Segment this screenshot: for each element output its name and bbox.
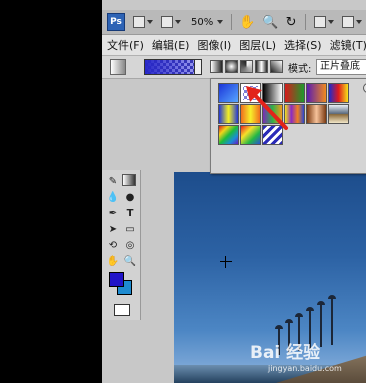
3d-orbit-icon[interactable]: ◎: [122, 238, 138, 252]
gradient-preset-blue-red-yellow[interactable]: [328, 83, 349, 103]
gradient-tool-icon[interactable]: [122, 174, 136, 186]
menu-bar: 文件(F) 编辑(E) 图像(I) 图层(L) 选择(S) 滤镜(T) 分析: [102, 35, 366, 56]
menu-layer[interactable]: 图层(L): [239, 37, 276, 53]
zoom-dropdown-icon[interactable]: [217, 20, 224, 24]
gradient-preset-violet-orange[interactable]: [306, 83, 327, 103]
gradient-type-group: [210, 60, 283, 73]
arrange-icon: [313, 16, 326, 28]
hand-icon[interactable]: ✋: [239, 15, 255, 30]
quick-mask-icon[interactable]: [114, 304, 130, 316]
gradient-tool-preset-icon[interactable]: [110, 59, 126, 75]
crosshair-cursor-icon: [220, 256, 232, 268]
rectangle-shape-icon[interactable]: ▭: [122, 222, 138, 236]
gradient-preset-empty-1: [284, 125, 305, 145]
lamp-post: [317, 301, 325, 347]
zoom-level[interactable]: 50%: [191, 17, 213, 28]
pen-icon[interactable]: ✒: [105, 206, 121, 220]
gradient-preset-transparent-stripes[interactable]: [262, 125, 283, 145]
foreground-color-swatch[interactable]: [109, 272, 124, 287]
gradient-picker-panel: ▸: [210, 78, 366, 174]
hand-tool-icon[interactable]: ✋: [105, 254, 121, 268]
eraser-icon[interactable]: ✎: [105, 174, 121, 188]
view-extras-button[interactable]: [161, 14, 181, 30]
screen-mode-button[interactable]: [341, 14, 362, 30]
separator: [231, 14, 233, 30]
options-bar: 模式: 正片叠底: [102, 56, 366, 79]
menu-select[interactable]: 选择(S): [284, 37, 322, 53]
chevron-down-icon: [175, 20, 181, 24]
chevron-down-icon: [355, 20, 362, 24]
blend-mode-select[interactable]: 正片叠底: [316, 59, 366, 75]
path-select-icon[interactable]: ➤: [105, 222, 121, 236]
diamond-gradient-icon[interactable]: [270, 60, 283, 73]
lamp-post: [328, 295, 336, 345]
radial-gradient-icon[interactable]: [225, 60, 238, 73]
watermark-url: jingyan.baidu.com: [268, 364, 342, 373]
gradient-preset-yellow-violet-orange-blue[interactable]: [284, 104, 305, 124]
gradient-preset-black-white[interactable]: [262, 83, 283, 103]
blur-icon[interactable]: 💧: [105, 190, 121, 204]
reflected-gradient-icon[interactable]: [255, 60, 268, 73]
zoom-tool-icon[interactable]: 🔍: [122, 254, 138, 268]
linear-gradient-icon[interactable]: [210, 60, 223, 73]
gradient-preset-violet-green-orange[interactable]: [262, 104, 283, 124]
angle-gradient-icon[interactable]: [240, 60, 253, 73]
type-icon[interactable]: T: [122, 206, 138, 220]
menu-edit[interactable]: 编辑(E): [152, 37, 190, 53]
application-bar: Ps 50% ✋ 🔍 ↻: [102, 10, 366, 35]
gradient-preset-foreground-to-background[interactable]: [218, 83, 239, 103]
dodge-icon[interactable]: ●: [122, 190, 138, 204]
grid-icon: [161, 16, 173, 28]
toolbox: ✎ 💧 ● ✒ T ➤ ▭ ⟲ ◎ ✋ 🔍: [102, 170, 141, 320]
gradient-preset-foreground-to-transparent[interactable]: [240, 83, 261, 103]
separator: [304, 14, 306, 30]
chevron-down-icon: [147, 20, 153, 24]
watermark-logo: Bai 经验: [250, 343, 321, 363]
screen-mode-icon: [341, 16, 354, 28]
rotate-view-icon[interactable]: ↻: [286, 15, 297, 30]
chevron-down-icon: [327, 20, 334, 24]
gradient-preset-transparent-rainbow[interactable]: [240, 125, 261, 145]
zoom-icon[interactable]: 🔍: [262, 15, 278, 30]
gradient-dropdown-button[interactable]: [194, 59, 202, 75]
gradient-preset-grid: [218, 83, 349, 145]
left-black-area: [0, 0, 102, 383]
menu-file[interactable]: 文件(F): [107, 37, 144, 53]
mode-label: 模式:: [288, 64, 312, 75]
gradient-preset-copper[interactable]: [306, 104, 327, 124]
menu-filter[interactable]: 滤镜(T): [330, 37, 366, 53]
ps-logo: Ps: [107, 13, 125, 31]
gradient-preview[interactable]: [144, 59, 196, 75]
bridge-button[interactable]: [133, 14, 153, 30]
gradient-preset-orange-yellow-orange[interactable]: [240, 104, 261, 124]
gradient-preset-empty-2: [306, 125, 327, 145]
photoshop-window: Ps 50% ✋ 🔍 ↻ 文件(F) 编辑(E) 图像(I) 图层(L) 选择(…: [102, 0, 366, 383]
gradient-preset-spectrum[interactable]: [218, 125, 239, 145]
3d-rotate-icon[interactable]: ⟲: [105, 238, 121, 252]
gradient-preset-empty-3: [328, 125, 349, 145]
bridge-icon: [133, 16, 145, 28]
menu-image[interactable]: 图像(I): [197, 37, 231, 53]
gradient-preset-blue-yellow-blue[interactable]: [218, 104, 239, 124]
gradient-preset-chrome[interactable]: [328, 104, 349, 124]
arrange-documents-button[interactable]: [313, 14, 334, 30]
gradient-preset-red-green[interactable]: [284, 83, 305, 103]
